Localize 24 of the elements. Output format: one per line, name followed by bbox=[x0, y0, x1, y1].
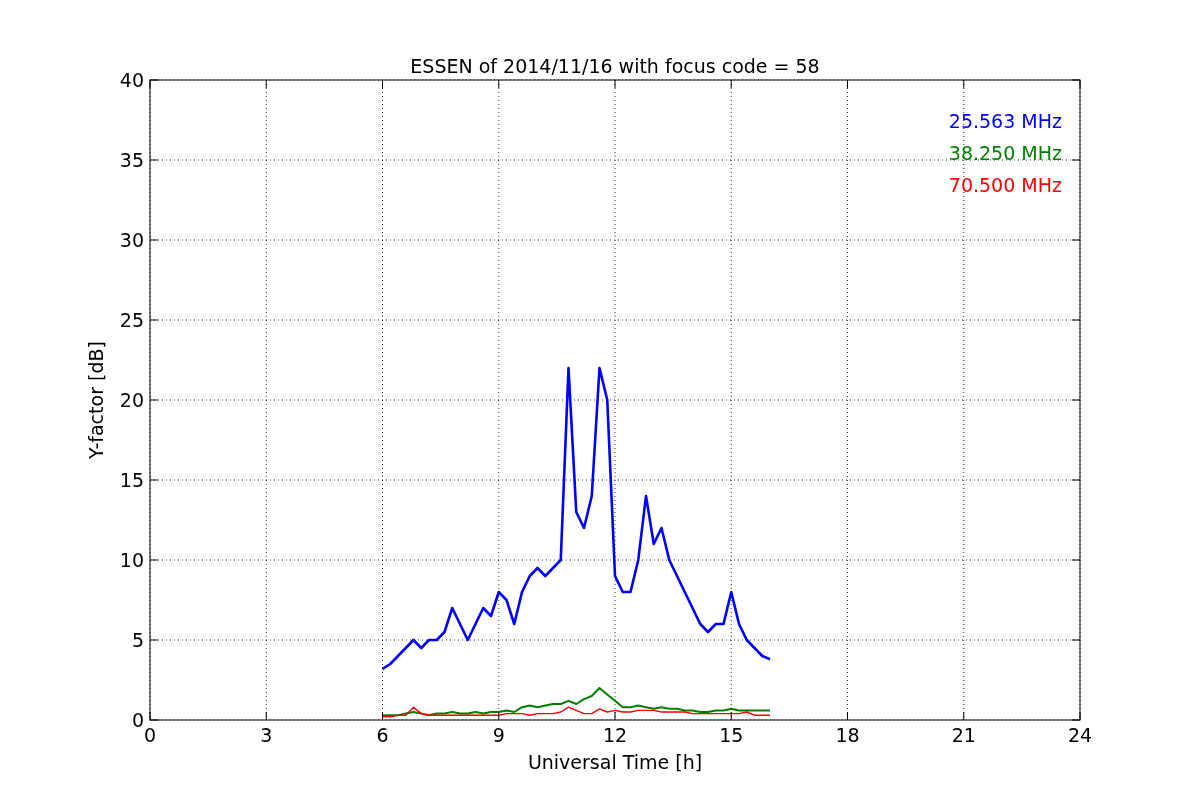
legend-label: 38.250 MHz bbox=[948, 142, 1062, 164]
x-tick-label: 3 bbox=[260, 724, 273, 746]
y-tick-label: 5 bbox=[131, 629, 144, 651]
y-tick-label: 10 bbox=[119, 549, 144, 571]
legend-label: 25.563 MHz bbox=[948, 110, 1062, 132]
x-tick-label: 24 bbox=[1067, 724, 1093, 746]
x-tick-label: 21 bbox=[951, 724, 976, 746]
x-tick-label: 18 bbox=[835, 724, 860, 746]
x-axis-label: Universal Time [h] bbox=[527, 751, 703, 773]
y-tick-label: 40 bbox=[119, 69, 144, 91]
x-tick-label: 6 bbox=[376, 724, 389, 746]
x-tick-label: 15 bbox=[719, 724, 744, 746]
x-tick-label: 0 bbox=[143, 724, 157, 746]
legend-label: 70.500 MHz bbox=[948, 174, 1062, 196]
y-tick-label: 30 bbox=[119, 229, 144, 251]
x-tick-label: 9 bbox=[492, 724, 505, 746]
y-tick-label: 15 bbox=[119, 469, 144, 491]
y-tick-label: 20 bbox=[119, 389, 144, 411]
chart-title: ESSEN of 2014/11/16 with focus code = 58 bbox=[410, 55, 820, 77]
y-tick-label: 35 bbox=[119, 149, 144, 171]
x-tick-label: 12 bbox=[602, 724, 628, 746]
y-tick-label: 25 bbox=[119, 309, 144, 331]
y-tick-label: 0 bbox=[131, 709, 144, 731]
y-axis-label: Y-factor [dB] bbox=[85, 341, 107, 459]
